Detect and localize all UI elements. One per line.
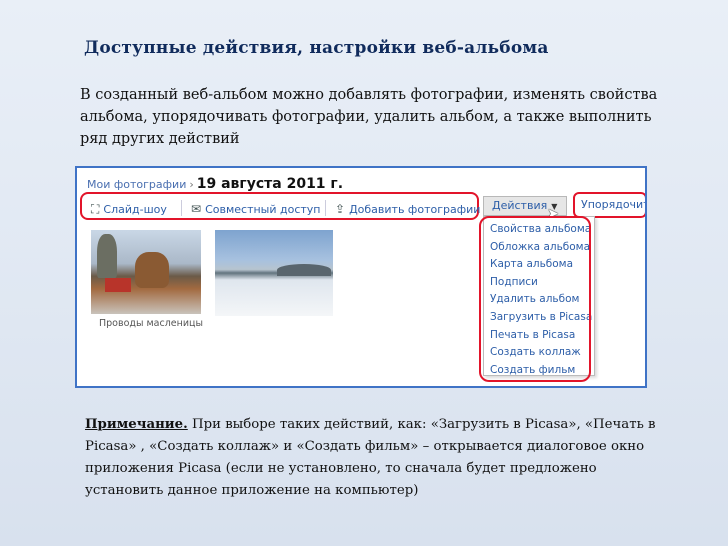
actions-label: Действия <box>492 199 548 212</box>
album-photo-maslenitsa[interactable] <box>91 230 201 314</box>
toolbar-divider <box>325 200 326 216</box>
breadcrumb: Мои фотографии › 19 августа 2011 г. <box>87 176 343 192</box>
envelope-icon: ✉ <box>191 202 202 216</box>
breadcrumb-current: 19 августа 2011 г. <box>196 176 344 192</box>
photo-camel <box>135 252 169 288</box>
add-photos-label: Добавить фотографии <box>349 202 481 216</box>
slide-title: Доступные действия, настройки веб-альбом… <box>84 38 549 58</box>
sharing-label: Совместный доступ <box>205 202 321 216</box>
sharing-button[interactable]: ✉ Совместный доступ <box>191 202 321 216</box>
album-photo-river[interactable] <box>215 230 333 316</box>
note-paragraph: Примечание. При выборе таких действий, к… <box>85 414 675 502</box>
photo-treeline <box>277 264 331 276</box>
sort-button[interactable]: Упорядочить <box>573 192 645 218</box>
fullscreen-icon: ⛶ <box>91 202 100 216</box>
photo-caption: Проводы масленицы <box>99 318 203 329</box>
web-album-screenshot: Мои фотографии › 19 августа 2011 г. ⛶ Слайд… <box>75 166 647 388</box>
photo-tree <box>97 234 117 278</box>
breadcrumb-root[interactable]: Мои фотографии <box>87 178 186 191</box>
add-photos-button[interactable]: ⇪ Добавить фотографии <box>335 202 480 216</box>
intro-text: В созданный веб-альбом можно добавлять ф… <box>80 87 658 147</box>
sort-label: Упорядочить <box>581 198 645 211</box>
breadcrumb-separator: › <box>189 178 194 191</box>
note-label: Примечание. <box>85 417 188 432</box>
menu-highlight <box>479 216 591 382</box>
photo-cart <box>105 278 131 292</box>
upload-icon: ⇪ <box>335 202 346 216</box>
slideshow-label: Слайд-шоу <box>103 203 167 216</box>
slideshow-button[interactable]: ⛶ Слайд-шоу <box>91 202 167 217</box>
toolbar-divider <box>181 200 182 216</box>
